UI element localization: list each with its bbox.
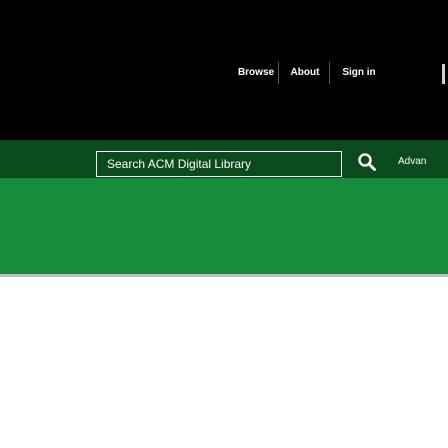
nav-item-about[interactable]: About — [281, 62, 329, 84]
advanced-search-link[interactable]: Advan — [398, 154, 426, 170]
top-navigation-bar: Browse About Sign in — [0, 0, 448, 140]
search-icon — [358, 153, 376, 171]
search-input[interactable]: Search ACM Digital Library — [96, 151, 342, 177]
nav-separator — [329, 62, 330, 84]
search-button[interactable] — [354, 148, 380, 176]
top-menu: Browse About Sign in — [0, 0, 448, 140]
banner-divider — [0, 274, 448, 277]
hero-banner — [0, 178, 448, 274]
nav-item-browse[interactable]: Browse — [232, 62, 280, 84]
menu-edge-marker — [442, 64, 445, 84]
nav-separator — [278, 62, 279, 84]
nav-item-sign-in[interactable]: Sign in — [331, 62, 387, 84]
